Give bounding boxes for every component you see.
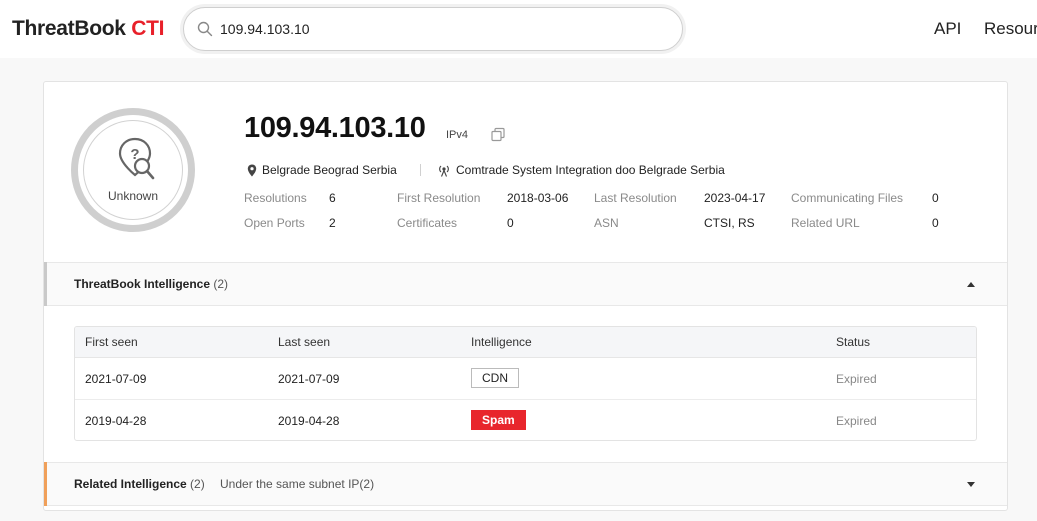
stat-label-certificates: Certificates xyxy=(397,216,458,230)
stat-value-asn: CTSI, RS xyxy=(704,216,755,230)
stat-value-certificates: 0 xyxy=(507,216,514,230)
stat-value-communicating-files: 0 xyxy=(932,191,939,205)
caret-up-icon[interactable] xyxy=(967,282,975,287)
verdict-badge: ? Unknown xyxy=(71,108,195,232)
stat-label-resolutions: Resolutions xyxy=(244,191,307,205)
verdict-label: Unknown xyxy=(107,189,159,203)
column-header-status: Status xyxy=(836,335,871,349)
intelligence-table: First seen Last seen Intelligence Status… xyxy=(74,326,977,441)
ip-report-card: ? Unknown 109.94.103.10 IPv4 Belgrade Be… xyxy=(43,81,1008,511)
stat-value-related-url: 0 xyxy=(932,216,939,230)
section-accent-bar xyxy=(44,462,47,506)
stat-value-first-resolution: 2018-03-06 xyxy=(507,191,569,205)
first-seen-cell: 2019-04-28 xyxy=(85,414,147,428)
logo[interactable]: ThreatBook CTI xyxy=(12,17,164,41)
related-intelligence-header[interactable]: Related Intelligence (2) Under the same … xyxy=(44,462,1007,506)
stat-label-last-resolution: Last Resolution xyxy=(594,191,677,205)
column-header-last-seen: Last seen xyxy=(278,335,331,349)
search-input[interactable] xyxy=(220,18,660,40)
intelligence-tag-spam[interactable]: Spam xyxy=(471,410,526,430)
verdict-badge-inner: ? Unknown xyxy=(83,120,183,220)
status-cell: Expired xyxy=(836,414,877,428)
location-text: Belgrade Beograd Serbia xyxy=(262,163,397,177)
stat-label-communicating-files: Communicating Files xyxy=(791,191,904,205)
stat-label-first-resolution: First Resolution xyxy=(397,191,481,205)
isp-text: Comtrade System Integration doo Belgrade… xyxy=(456,163,725,177)
section-accent-bar xyxy=(44,262,47,306)
question-location-icon: ? xyxy=(118,137,155,180)
last-seen-cell: 2019-04-28 xyxy=(278,414,340,428)
nav-api[interactable]: API xyxy=(934,19,961,39)
section-title: Related Intelligence (2) xyxy=(74,477,205,491)
stat-label-asn: ASN xyxy=(594,216,619,230)
nav-resources[interactable]: Resour xyxy=(984,19,1037,39)
isp-antenna-icon xyxy=(439,165,449,177)
stat-label-open-ports: Open Ports xyxy=(244,216,305,230)
last-seen-cell: 2021-07-09 xyxy=(278,372,340,386)
section-title: ThreatBook Intelligence (2) xyxy=(74,277,228,291)
first-seen-cell: 2021-07-09 xyxy=(85,372,147,386)
status-cell: Expired xyxy=(836,372,877,386)
section-count: (2) xyxy=(190,477,205,491)
table-row: 2021-07-09 2021-07-09 CDN Expired xyxy=(75,358,976,400)
stat-label-related-url: Related URL xyxy=(791,216,860,230)
search-box[interactable] xyxy=(183,7,683,51)
logo-accent: CTI xyxy=(131,17,165,40)
stat-value-open-ports[interactable]: 2 xyxy=(329,216,336,230)
divider xyxy=(420,164,421,176)
section-count: (2) xyxy=(213,277,229,291)
top-bar: ThreatBook CTI API Resour xyxy=(0,0,1037,58)
table-header: First seen Last seen Intelligence Status xyxy=(75,327,976,358)
logo-main: ThreatBook xyxy=(12,17,126,40)
search-icon[interactable] xyxy=(197,21,213,37)
column-header-intelligence: Intelligence xyxy=(471,335,532,349)
column-header-first-seen: First seen xyxy=(85,335,138,349)
ip-version: IPv4 xyxy=(446,129,469,141)
copy-icon[interactable] xyxy=(490,127,506,143)
caret-down-icon[interactable] xyxy=(967,482,975,487)
ip-address: 109.94.103.10 xyxy=(244,112,426,144)
intelligence-tag-cdn[interactable]: CDN xyxy=(471,368,519,388)
stat-value-last-resolution: 2023-04-17 xyxy=(704,191,766,205)
section-subtitle: Under the same subnet IP(2) xyxy=(220,477,375,491)
table-row: 2019-04-28 2019-04-28 Spam Expired xyxy=(75,400,976,440)
threatbook-intelligence-header[interactable]: ThreatBook Intelligence (2) xyxy=(44,262,1007,306)
stat-value-resolutions[interactable]: 6 xyxy=(329,191,336,205)
section-title-text: ThreatBook Intelligence xyxy=(74,277,211,291)
section-title-text: Related Intelligence xyxy=(74,477,187,491)
location-pin-icon xyxy=(247,164,257,177)
